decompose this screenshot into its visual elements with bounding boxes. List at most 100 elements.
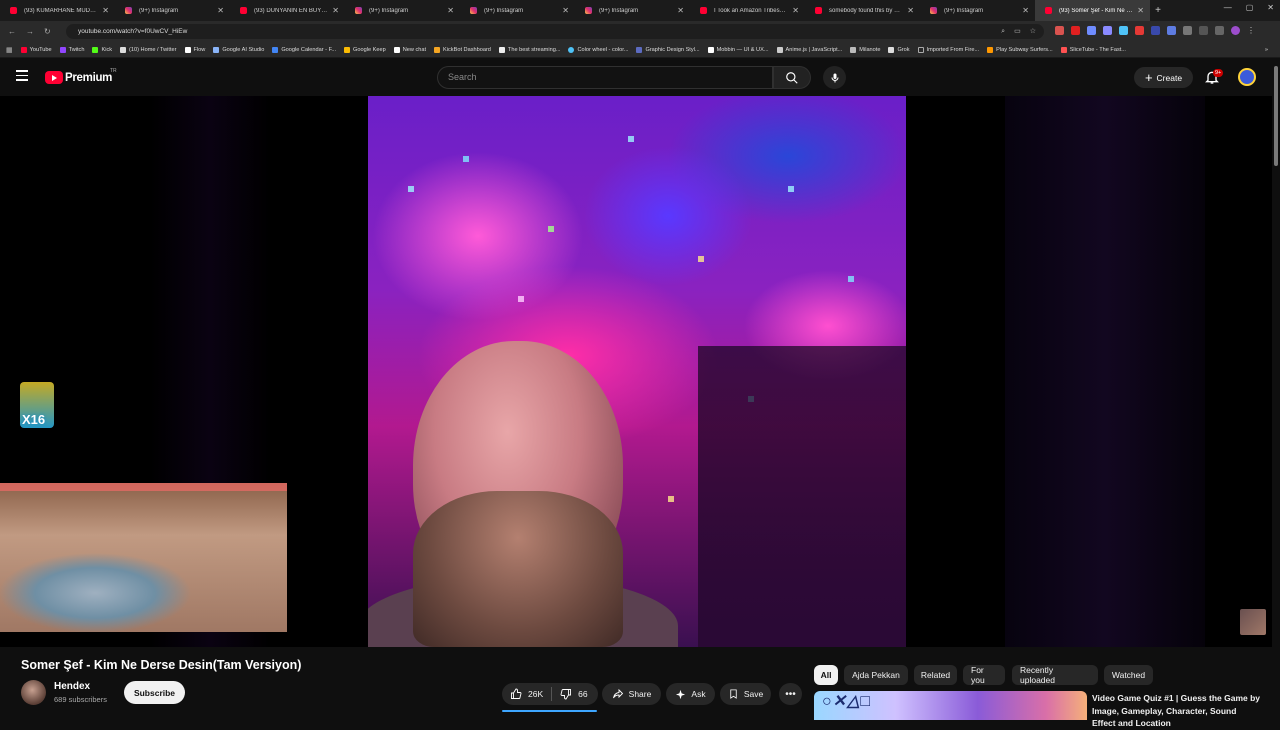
extension-icon[interactable] bbox=[1103, 26, 1112, 35]
extension-icon[interactable] bbox=[1135, 26, 1144, 35]
bookmark-item[interactable]: Grok bbox=[888, 46, 910, 53]
close-icon[interactable]: ✕ bbox=[1022, 6, 1029, 15]
new-tab-icon[interactable]: + bbox=[1150, 5, 1166, 16]
bookmark-item[interactable]: YouTube bbox=[20, 46, 52, 53]
profile-icon[interactable] bbox=[1231, 26, 1240, 35]
video-frame[interactable] bbox=[368, 96, 906, 647]
close-icon[interactable]: ✕ bbox=[907, 6, 914, 15]
extension-icon[interactable] bbox=[1183, 26, 1192, 35]
channel-watermark[interactable] bbox=[1240, 609, 1266, 635]
close-icon[interactable]: ✕ bbox=[217, 6, 224, 15]
channel-name[interactable]: Hendex bbox=[54, 681, 90, 692]
zoom-icon[interactable]: ⌕ bbox=[1001, 24, 1005, 39]
youtube-logo[interactable]: Premium bbox=[45, 71, 112, 84]
bookmark-item[interactable]: Twitch bbox=[59, 46, 84, 53]
more-actions-button[interactable]: ••• bbox=[779, 683, 802, 705]
x-icon bbox=[120, 46, 127, 53]
browser-tab[interactable]: (9+) Instagram ✕ bbox=[920, 0, 1035, 21]
chip-related[interactable]: Related bbox=[914, 665, 957, 685]
share-button[interactable]: Share bbox=[602, 683, 661, 705]
channel-avatar[interactable] bbox=[21, 680, 46, 705]
menu-icon[interactable] bbox=[16, 70, 28, 82]
bookmark-item[interactable]: Mobbin — UI & UX... bbox=[707, 46, 769, 53]
extension-icon[interactable] bbox=[1167, 26, 1176, 35]
extension-icon[interactable] bbox=[1151, 26, 1160, 35]
extension-icon[interactable] bbox=[1119, 26, 1128, 35]
page-scrollbar[interactable] bbox=[1272, 58, 1280, 720]
reload-icon[interactable]: ↻ bbox=[44, 27, 51, 36]
chip-all[interactable]: All bbox=[814, 665, 838, 685]
close-icon[interactable]: ✕ bbox=[1137, 6, 1144, 15]
bookmark-item[interactable]: Anime.js | JavaScript... bbox=[776, 46, 842, 53]
voice-search-button[interactable] bbox=[823, 66, 846, 89]
subscribe-button[interactable]: Subscribe bbox=[124, 681, 185, 704]
url-input[interactable]: youtube.com/watch?v=f0UwCV_HiEw ⌕ ▭ ☆ bbox=[66, 24, 1044, 39]
bookmark-label: Grok bbox=[897, 46, 910, 53]
apps-grid-icon[interactable]: ▦ bbox=[6, 46, 13, 54]
browser-tab[interactable]: (93) KUMARHANE MÜDÜRÜ...✕ bbox=[0, 0, 115, 21]
bookmark-item[interactable]: Flow bbox=[184, 46, 205, 53]
browser-tab[interactable]: (9+) Instagram ✕ bbox=[115, 0, 230, 21]
close-icon[interactable]: ✕ bbox=[562, 6, 569, 15]
sidebar-icon[interactable] bbox=[1215, 26, 1224, 35]
bookmark-label: Google Keep bbox=[353, 46, 386, 53]
extension-icon[interactable] bbox=[1087, 26, 1096, 35]
bookmark-item[interactable]: Graphic Design Styl... bbox=[636, 46, 700, 53]
video-player[interactable]: X16 bbox=[0, 96, 1272, 647]
bookmark-item[interactable]: (10) Home / Twitter bbox=[120, 46, 177, 53]
overlay-clip-edge bbox=[0, 483, 287, 491]
bookmark-item[interactable]: Google Keep bbox=[344, 46, 386, 53]
browser-tab[interactable]: (9+) Instagram ✕ bbox=[575, 0, 690, 21]
close-icon[interactable]: ✕ bbox=[102, 6, 109, 15]
forward-icon[interactable]: → bbox=[26, 27, 34, 36]
ask-button[interactable]: Ask bbox=[666, 683, 715, 705]
chip-ajda-pekkan[interactable]: Ajda Pekkan bbox=[844, 665, 908, 685]
back-icon[interactable]: ← bbox=[8, 27, 16, 36]
bookmark-item[interactable]: The best streaming... bbox=[498, 46, 560, 53]
browser-tab[interactable]: I Took an Amazon Tribesman... ✕ bbox=[690, 0, 805, 21]
search-button[interactable] bbox=[773, 66, 811, 89]
extensions-puzzle-icon[interactable] bbox=[1199, 26, 1208, 35]
chip-recently-uploaded[interactable]: Recently uploaded bbox=[1012, 665, 1098, 685]
account-avatar[interactable] bbox=[1238, 68, 1256, 86]
close-window-icon[interactable]: ✕ bbox=[1267, 3, 1274, 12]
extension-icon[interactable] bbox=[1055, 26, 1064, 35]
recommendation-thumbnail[interactable]: ○✕△□ bbox=[814, 691, 1087, 720]
bookmark-item[interactable]: Play Subway Surfers... bbox=[987, 46, 1053, 53]
close-icon[interactable]: ✕ bbox=[792, 6, 799, 15]
browser-tab-active[interactable]: (93) Somer Şef - Kim Ne D... ✕ bbox=[1035, 0, 1150, 21]
close-icon[interactable]: ✕ bbox=[447, 6, 454, 15]
like-button[interactable]: 26K bbox=[502, 683, 551, 705]
browser-tab-label: (93) Somer Şef - Kim Ne D... bbox=[1059, 7, 1134, 14]
browser-tab[interactable]: (93) DÜNYANIN EN BÜYÜK T...✕ bbox=[230, 0, 345, 21]
bookmark-item[interactable]: Google Calendar - F... bbox=[272, 46, 336, 53]
create-button[interactable]: + Create bbox=[1134, 67, 1193, 88]
bookmark-item[interactable]: KickBot Dashboard bbox=[434, 46, 491, 53]
bookmark-star-icon[interactable]: ☆ bbox=[1030, 24, 1036, 39]
bookmark-item[interactable]: Imported From Fire... bbox=[917, 46, 979, 53]
extension-icon[interactable] bbox=[1071, 26, 1080, 35]
bookmark-item[interactable]: SliceTube - The Fast... bbox=[1060, 46, 1126, 53]
maximize-icon[interactable]: ▢ bbox=[1246, 3, 1254, 12]
cast-icon[interactable]: ▭ bbox=[1014, 24, 1021, 39]
chip-for-you[interactable]: For you bbox=[963, 665, 1005, 685]
close-icon[interactable]: ✕ bbox=[677, 6, 684, 15]
recommendation-title[interactable]: Video Game Quiz #1 | Guess the Game by I… bbox=[1092, 692, 1262, 730]
menu-dots-icon[interactable]: ⋮ bbox=[1247, 26, 1255, 35]
bookmark-item[interactable]: Color wheel - color... bbox=[568, 46, 628, 53]
minimize-icon[interactable]: — bbox=[1224, 3, 1232, 12]
chip-watched[interactable]: Watched bbox=[1104, 665, 1153, 685]
bookmark-item[interactable]: Kick bbox=[92, 46, 112, 53]
bookmarks-overflow-icon[interactable]: » bbox=[1265, 47, 1268, 53]
close-icon[interactable]: ✕ bbox=[332, 6, 339, 15]
save-button[interactable]: Save bbox=[720, 683, 771, 705]
bookmark-item[interactable]: Milanote bbox=[850, 46, 880, 53]
dislike-button[interactable]: 66 bbox=[552, 683, 595, 705]
browser-tab[interactable]: somebody found this by acci... ✕ bbox=[805, 0, 920, 21]
bookmark-item[interactable]: New chat bbox=[393, 46, 426, 53]
scrollbar-thumb[interactable] bbox=[1274, 66, 1278, 166]
browser-tab[interactable]: (9+) Instagram ✕ bbox=[460, 0, 575, 21]
bookmark-item[interactable]: Google AI Studio bbox=[213, 46, 264, 53]
search-input[interactable]: Search bbox=[437, 66, 773, 89]
browser-tab[interactable]: (9+) Instagram ✕ bbox=[345, 0, 460, 21]
